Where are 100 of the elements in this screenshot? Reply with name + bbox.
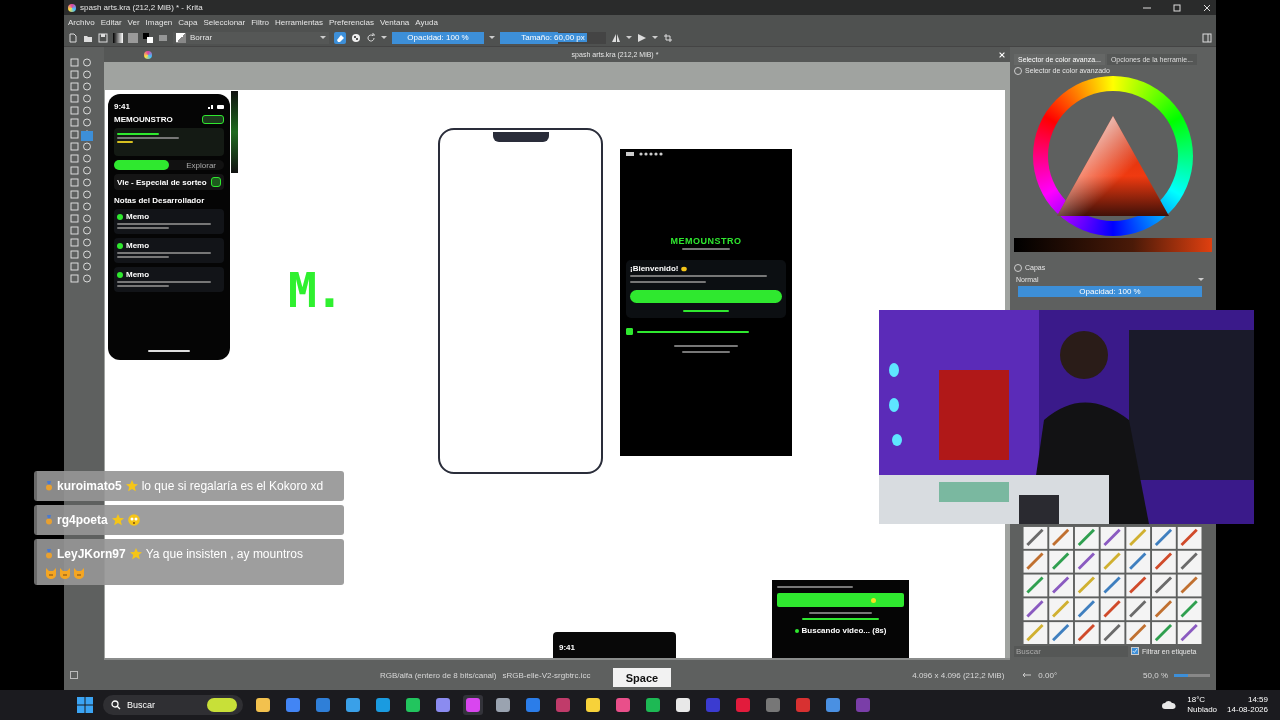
menu-item[interactable]: Imagen — [145, 17, 173, 27]
home-indicator — [148, 350, 190, 353]
logo: M. — [288, 266, 342, 315]
key-overlay: Space — [613, 668, 671, 687]
save-icon[interactable] — [98, 32, 108, 43]
post-author: Memo — [126, 212, 150, 222]
pattern-swatch-icon[interactable] — [128, 32, 138, 43]
menu-item[interactable]: Capa — [178, 17, 198, 27]
avatar-icon — [117, 271, 123, 278]
menu-item[interactable]: Editar — [100, 17, 122, 27]
medal-icon — [45, 481, 53, 491]
coin-badge — [202, 115, 224, 125]
post-author: Memo — [126, 241, 150, 251]
chat-username: LeyJKorn97 — [57, 546, 126, 563]
eraser-icon[interactable] — [334, 31, 346, 44]
app-icon[interactable] — [253, 695, 273, 715]
zoom-text: 50,0 % — [1143, 670, 1168, 680]
greeting: ¡Bienvenido! — [630, 264, 679, 274]
app-icon[interactable] — [373, 695, 393, 715]
mirror-horizontal-icon[interactable] — [611, 32, 621, 43]
app-icon[interactable] — [343, 695, 363, 715]
rotation-icon — [1022, 672, 1033, 678]
event-title: Vie - Especial de sorteo — [117, 177, 207, 187]
krita-logo-icon — [144, 50, 152, 59]
search-icon — [111, 700, 121, 710]
app-name: MEMOUNSTRO — [670, 236, 742, 247]
menu-item[interactable]: Seleccionar — [203, 17, 246, 27]
menu-item[interactable]: Preferencias — [329, 17, 374, 27]
cat-face-icon — [59, 567, 71, 579]
join-button[interactable] — [630, 290, 782, 304]
watch-video-button[interactable] — [777, 593, 904, 608]
temperature-text: 18°C — [1187, 695, 1207, 705]
tab-button[interactable] — [114, 160, 169, 171]
weather-text: Nublado — [1187, 705, 1218, 715]
menu-item[interactable]: Herramientas — [275, 17, 324, 27]
new-document-icon[interactable] — [68, 32, 78, 43]
cloud-icon — [1161, 700, 1178, 710]
menu-item[interactable]: Filtro — [251, 17, 269, 27]
chat-username: kuroimato5 — [57, 478, 122, 495]
section-heading: Notas del Desarrollador — [114, 196, 206, 206]
gradient-swatch-icon[interactable] — [113, 32, 123, 43]
star-icon — [125, 480, 138, 492]
brush-settings-icon[interactable] — [158, 32, 168, 43]
close-icon[interactable] — [998, 50, 1006, 59]
brush-preset-dropdown[interactable]: Borrar — [173, 31, 329, 44]
menu-item[interactable]: Ayuda — [415, 17, 438, 27]
close-icon[interactable] — [1202, 2, 1212, 13]
avatar-icon — [117, 213, 123, 220]
clock-time: 14:59 — [1247, 695, 1268, 705]
menu-item[interactable]: Archivo — [68, 17, 95, 27]
star-icon — [111, 514, 124, 526]
search-field[interactable]: Buscar — [103, 695, 243, 715]
zoom-slider[interactable] — [1174, 673, 1210, 677]
color-swatch-icon[interactable] — [143, 32, 153, 43]
medal-icon — [45, 549, 53, 559]
krita-logo-icon — [68, 3, 76, 12]
cat-face-icon — [73, 567, 85, 579]
image-size-text: 4.096 x 4.096 (212,2 MiB) — [912, 670, 1005, 680]
medal-icon — [45, 515, 53, 525]
checkbox[interactable] — [1131, 647, 1139, 655]
windows-start-icon[interactable] — [77, 697, 93, 713]
app-icon[interactable] — [583, 695, 603, 715]
terms-checkbox[interactable] — [626, 328, 633, 336]
status-icon — [70, 671, 78, 679]
star-icon — [129, 548, 142, 560]
app-icon[interactable] — [493, 695, 513, 715]
avatar-icon — [117, 242, 123, 249]
menu-item[interactable]: Ver — [127, 17, 140, 27]
status-time: 9:41 — [114, 102, 130, 112]
chat-username: rg4poeta — [57, 512, 108, 529]
chat-text: lo que si regalaría es el Kokoro xd — [141, 478, 324, 495]
signal-icon — [208, 104, 224, 110]
rotation-text: 0.00° — [1038, 670, 1058, 680]
clock-date: 14-08-2026 — [1227, 705, 1268, 715]
window-title: spash arts.kra (212,2 MiB) * - Krita — [80, 3, 203, 12]
search-highlight-icon — [207, 698, 237, 712]
status-text: Buscando video... (8s) — [801, 626, 887, 636]
cat-face-icon — [45, 567, 57, 579]
workspace-icon[interactable] — [1202, 32, 1212, 43]
color-space-text: RGB/alfa (entero de 8 bits/canal) — [380, 670, 497, 680]
clap-icon — [681, 265, 688, 272]
app-icon[interactable] — [433, 695, 453, 715]
maximize-icon[interactable] — [1172, 2, 1182, 13]
wrap-around-icon[interactable] — [663, 32, 673, 43]
color-shade-bar[interactable] — [1014, 238, 1212, 252]
search-field[interactable]: Buscar — [1014, 645, 1128, 657]
chat-text: Ya que insisten , ay mountros — [145, 546, 303, 563]
status-time: 9:41 — [559, 643, 575, 653]
flushed-face-icon — [127, 514, 140, 526]
post-author: Memo — [126, 270, 150, 280]
color-profile-text: sRGB-elle-V2-srgbtrc.icc — [502, 670, 591, 680]
menu-item[interactable]: Ventana — [379, 17, 410, 27]
reload-icon[interactable] — [366, 32, 376, 43]
app-icon[interactable] — [673, 695, 693, 715]
join-button[interactable] — [210, 177, 221, 188]
app-icon[interactable] — [403, 695, 423, 715]
app-name: MEMOUNSTRO — [114, 115, 173, 125]
app-icon[interactable] — [643, 695, 663, 715]
alpha-lock-icon[interactable] — [351, 32, 361, 43]
mirror-vertical-icon[interactable] — [637, 32, 647, 43]
